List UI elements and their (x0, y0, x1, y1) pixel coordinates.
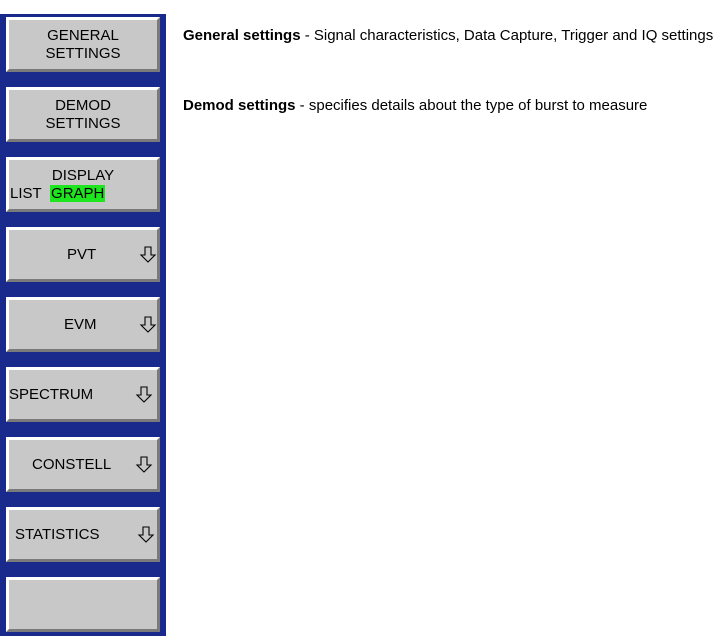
softkey-label: DISPLAY (51, 167, 115, 184)
softkey-label: SETTINGS (45, 45, 121, 62)
spectrum-softkey[interactable]: SPECTRUM (6, 367, 160, 422)
submenu-arrow-icon (139, 246, 157, 263)
submenu-arrow-icon (135, 386, 153, 403)
description-title: Demod settings (183, 97, 296, 114)
description-title: General settings (183, 27, 301, 44)
display-toggle-line: LIST GRAPH (9, 185, 157, 203)
general-settings-description: General settings - Signal characteristic… (183, 25, 723, 46)
description-text: - Signal characteristics, Data Capture, … (300, 27, 714, 44)
demod-settings-softkey[interactable]: DEMOD SETTINGS (6, 87, 160, 142)
constell-softkey[interactable]: CONSTELL (6, 437, 160, 492)
display-list-graph-softkey[interactable]: DISPLAY LIST GRAPH (6, 157, 160, 212)
graph-option-active: GRAPH (50, 185, 106, 202)
softkey-label: GENERAL (47, 27, 119, 44)
statistics-softkey[interactable]: STATISTICS (6, 507, 160, 562)
list-option: LIST (10, 185, 42, 202)
softkey-label: SETTINGS (45, 115, 121, 132)
softkey-label: SPECTRUM (9, 386, 94, 403)
evm-softkey[interactable]: EVM (6, 297, 160, 352)
submenu-arrow-icon (139, 316, 157, 333)
softkey-panel: GENERAL SETTINGS DEMOD SETTINGS DISPLAY … (0, 14, 166, 636)
general-settings-softkey[interactable]: GENERAL SETTINGS (6, 17, 160, 72)
submenu-arrow-icon (135, 456, 153, 473)
submenu-arrow-icon (137, 526, 155, 543)
description-text: - specifies details about the type of bu… (295, 97, 648, 114)
pvt-softkey[interactable]: PVT (6, 227, 160, 282)
blank-softkey[interactable] (6, 577, 160, 632)
softkey-label: DEMOD (55, 97, 111, 114)
softkey-label: STATISTICS (15, 526, 100, 543)
softkey-label: PVT (67, 246, 97, 263)
softkey-label: CONSTELL (32, 456, 112, 473)
softkey-label: EVM (64, 316, 97, 333)
demod-settings-description: Demod settings - specifies details about… (183, 95, 723, 116)
